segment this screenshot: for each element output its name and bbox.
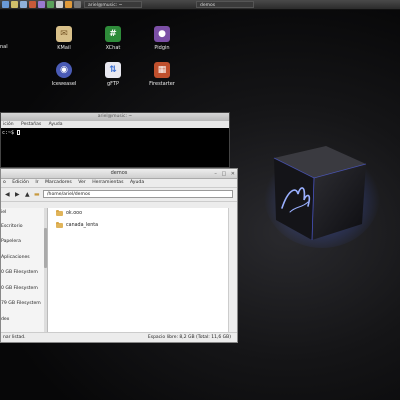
list-item[interactable]: ok.ooo xyxy=(56,210,83,216)
menu-item[interactable]: ición xyxy=(3,122,14,127)
terminal-titlebar[interactable]: ariel@music: ~ xyxy=(1,113,229,121)
sidebar-scrollbar[interactable] xyxy=(44,208,47,333)
minimize-icon[interactable]: – xyxy=(214,171,217,177)
pidgin-icon: ● xyxy=(154,26,170,42)
sidebar-item[interactable]: Papelera xyxy=(1,239,21,244)
sidebar-item[interactable]: iel xyxy=(1,210,6,215)
menu-item[interactable]: Ver xyxy=(78,180,86,185)
folder-icon xyxy=(56,210,63,216)
location-bar[interactable]: /home/ariel/demos xyxy=(43,190,233,198)
sidebar-item[interactable]: 79 GB Filesystem xyxy=(1,301,41,306)
iceweasel-icon: ◉ xyxy=(56,62,72,78)
terminal-window[interactable]: ariel@music: ~ ición Pestañas Ayuda c:~$ xyxy=(0,112,230,168)
launcher-icon[interactable] xyxy=(56,1,63,8)
file-manager-menubar: o Edición Ir Marcadores Ver Herramientas… xyxy=(1,179,237,188)
app-menu-icon[interactable] xyxy=(2,1,9,8)
desktop-icon-xchat[interactable]: # XChat xyxy=(93,26,133,51)
launcher-icon[interactable] xyxy=(65,1,72,8)
location-path: /home/ariel/demos xyxy=(47,192,91,197)
desktop-icon-label: Pidgin xyxy=(154,45,170,51)
free-space-text: Espacio libre: 8,2 GB (Total: 11,6 GB) xyxy=(147,335,231,340)
sidebar-item[interactable]: 0 GB Filesystem xyxy=(1,286,38,291)
firestarter-icon: ▦ xyxy=(154,62,170,78)
sidebar-item[interactable]: Escritorio xyxy=(1,224,23,229)
folder-icon xyxy=(56,222,63,228)
desktop-icon-kmail[interactable]: ✉ KMail xyxy=(44,26,84,51)
file-name: ok.ooo xyxy=(66,211,83,216)
file-manager-titlebar[interactable]: demos – □ ✕ xyxy=(1,169,237,179)
desktop-icon-gftp[interactable]: ⇅ gFTP xyxy=(93,62,133,87)
up-icon[interactable]: ▲ xyxy=(25,191,30,198)
launcher-icon[interactable] xyxy=(11,1,18,8)
file-manager-window[interactable]: demos – □ ✕ o Edición Ir Marcadores Ver … xyxy=(0,168,238,343)
back-icon[interactable]: ◀ xyxy=(5,191,10,198)
file-manager-toolbar: ◀ ▶ ▲ ▬ /home/ariel/demos xyxy=(1,188,237,202)
menu-item[interactable]: Marcadores xyxy=(45,180,72,185)
menu-item[interactable]: Edición xyxy=(12,180,29,185)
desktop-icon-label: XChat xyxy=(105,45,121,51)
sidebar-item[interactable]: 0 GB Filesystem xyxy=(1,270,38,275)
text-cursor xyxy=(17,130,21,135)
launcher-icon[interactable] xyxy=(47,1,54,8)
content-scrollbar[interactable] xyxy=(228,208,236,333)
desktop-icon-label: gFTP xyxy=(106,81,120,87)
launcher-icon[interactable] xyxy=(38,1,45,8)
taskbar-label: demos xyxy=(200,3,216,8)
kmail-icon: ✉ xyxy=(56,26,72,42)
menu-item[interactable]: Herramientas xyxy=(92,180,123,185)
scrollbar-thumb[interactable] xyxy=(44,228,47,268)
places-sidebar: iel Escritorio Papelera Aplicaciones 0 G… xyxy=(1,208,48,333)
taskbar-button-terminal[interactable]: ariel@music: ~ xyxy=(84,1,142,8)
launcher-icon[interactable] xyxy=(74,1,81,8)
top-panel: ariel@music: ~ demos xyxy=(0,0,400,10)
wallpaper-cube xyxy=(262,128,382,248)
file-list[interactable]: ok.ooo canada_lenta xyxy=(48,208,230,333)
sidebar-item[interactable]: dex xyxy=(1,317,9,322)
sidebar-item[interactable]: Aplicaciones xyxy=(1,255,30,260)
desktop-icon-label: KMail xyxy=(57,45,71,51)
launcher-icon[interactable] xyxy=(29,1,36,8)
folder-icon[interactable]: ▬ xyxy=(34,191,40,198)
taskbar-label: ariel@music: ~ xyxy=(88,3,123,8)
desktop-icon-label: Firestarter xyxy=(149,81,175,87)
desktop-icon-label: Iceweasel xyxy=(51,81,77,87)
status-text: nar listad. xyxy=(3,335,26,340)
window-title: demos xyxy=(110,170,128,176)
file-name: canada_lenta xyxy=(66,223,99,228)
statusbar: nar listad. Espacio libre: 8,2 GB (Total… xyxy=(1,332,237,342)
desktop-icon-iceweasel[interactable]: ◉ Iceweasel xyxy=(44,62,84,87)
menu-item[interactable]: Ir xyxy=(35,180,38,185)
maximize-icon[interactable]: □ xyxy=(221,171,226,177)
forward-icon[interactable]: ▶ xyxy=(15,191,20,198)
menu-item[interactable]: o xyxy=(3,180,6,185)
taskbar-button-demos[interactable]: demos xyxy=(196,1,254,8)
window-title: ariel@music: ~ xyxy=(97,114,133,119)
launcher-icon[interactable] xyxy=(20,1,27,8)
terminal-prompt: c:~$ xyxy=(2,130,18,136)
close-icon[interactable]: ✕ xyxy=(231,171,235,177)
desktop-label: nal xyxy=(0,44,8,50)
menu-item[interactable]: Ayuda xyxy=(49,122,63,127)
gftp-icon: ⇅ xyxy=(105,62,121,78)
terminal-menubar: ición Pestañas Ayuda xyxy=(1,121,229,128)
xchat-icon: # xyxy=(105,26,121,42)
desktop-icon-firestarter[interactable]: ▦ Firestarter xyxy=(142,62,182,87)
list-item[interactable]: canada_lenta xyxy=(56,222,99,228)
desktop-icon-pidgin[interactable]: ● Pidgin xyxy=(142,26,182,51)
menu-item[interactable]: Ayuda xyxy=(130,180,144,185)
terminal-body[interactable]: c:~$ xyxy=(1,128,229,138)
menu-item[interactable]: Pestañas xyxy=(21,122,41,127)
